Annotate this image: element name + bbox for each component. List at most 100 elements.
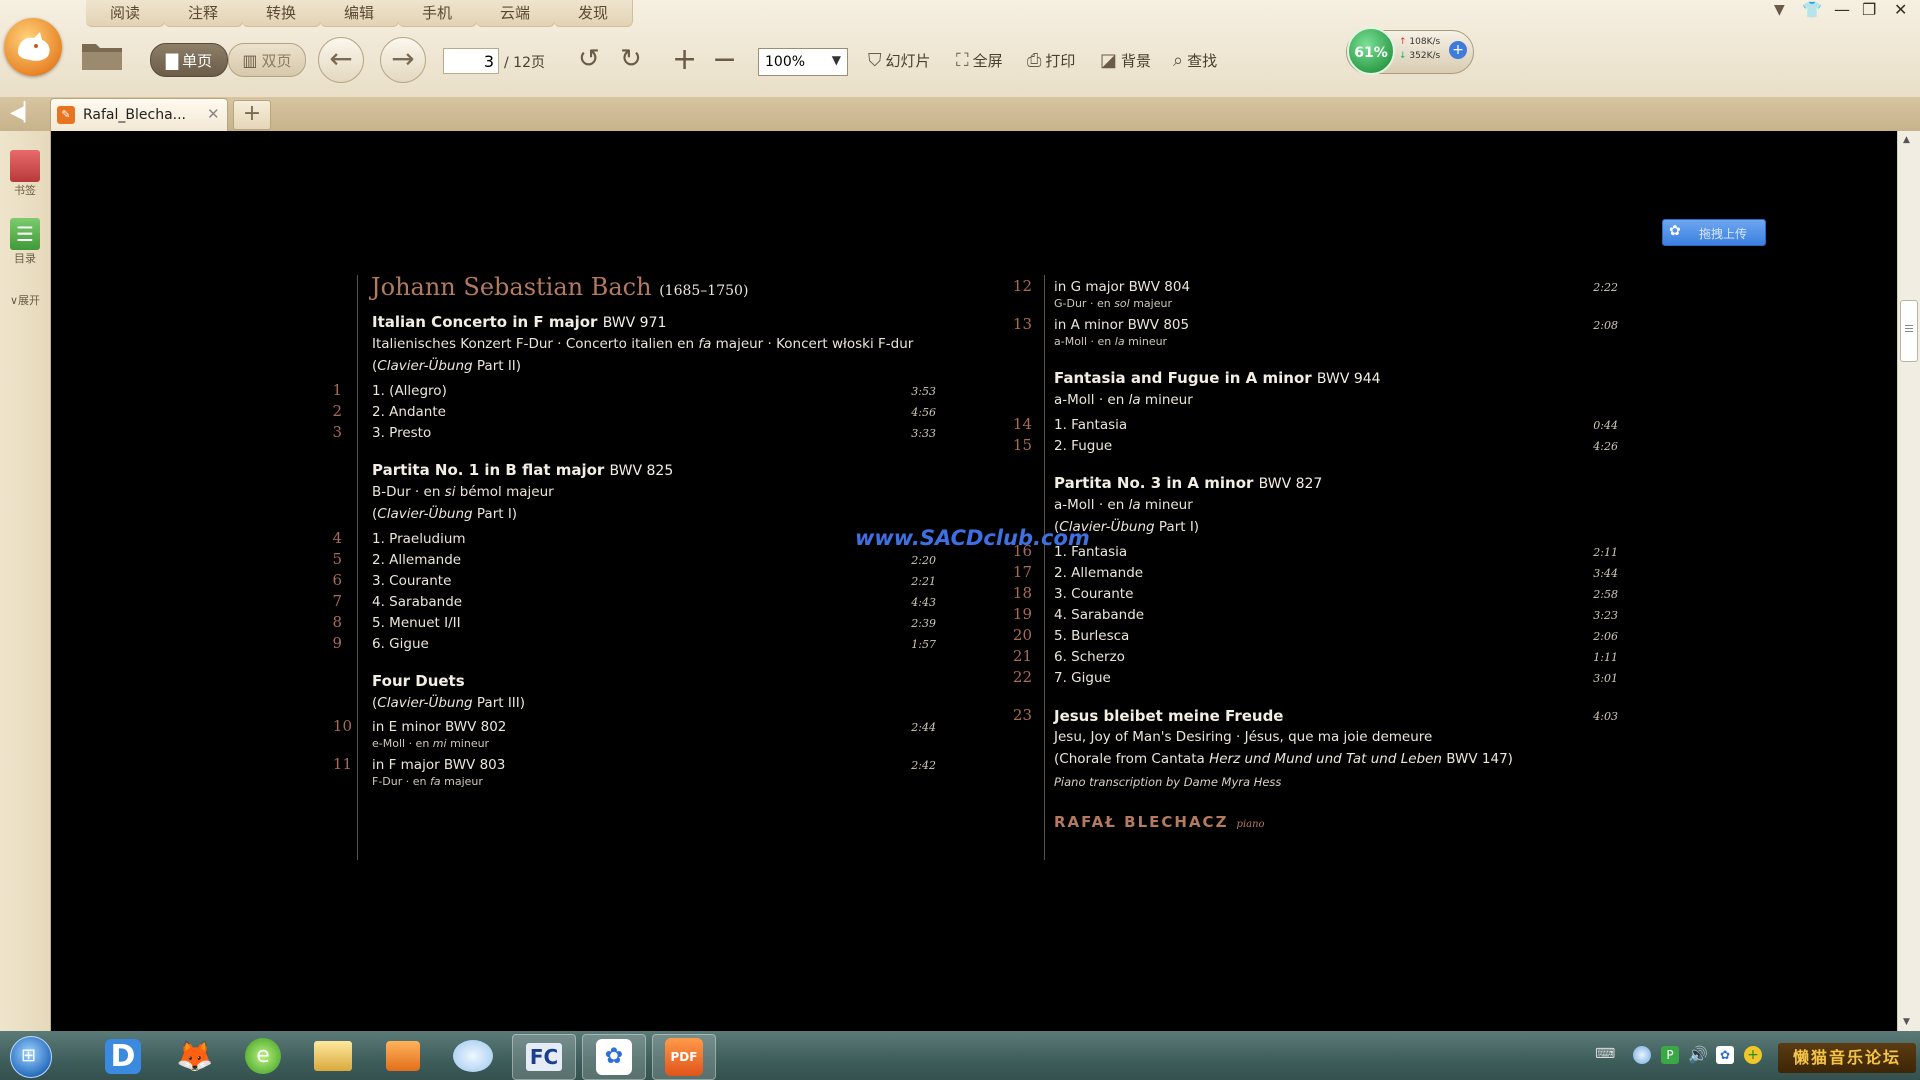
track-time: 2:39 xyxy=(911,617,936,630)
skin-icon[interactable]: 👕 xyxy=(1802,0,1822,19)
sidebar-item-toc[interactable]: ☰ 目录 xyxy=(4,218,46,266)
single-page-button[interactable]: ▇ 单页 xyxy=(150,43,228,77)
taskbar-app-browser[interactable]: e xyxy=(232,1034,294,1078)
work-source-jesus: (Chorale from Cantata Herz und Mund und … xyxy=(1054,751,1513,767)
taskbar-app-player[interactable]: D xyxy=(92,1034,154,1078)
menu-mobile[interactable]: 手机 xyxy=(398,0,478,27)
sidebar-expand[interactable]: ∨展开 xyxy=(4,292,46,308)
cpu-usage: 61% xyxy=(1347,27,1395,75)
track-number: 22 xyxy=(1012,668,1032,686)
close-tab-icon[interactable]: ✕ xyxy=(207,105,220,123)
cat-logo-icon xyxy=(18,32,50,61)
document-tab[interactable]: ✎ Rafal_Blecha... ✕ xyxy=(50,98,228,132)
taskbar-app-fc[interactable]: FC xyxy=(512,1034,576,1080)
track-number: 5 xyxy=(332,550,342,568)
open-file-button[interactable] xyxy=(80,38,124,72)
tray-baidu-icon[interactable]: ✿ xyxy=(1716,1046,1734,1064)
track-number: 18 xyxy=(1012,584,1032,602)
speed-plus-icon[interactable]: + xyxy=(1449,41,1467,59)
track-number: 11 xyxy=(332,755,352,773)
taskbar-app-fox[interactable]: 🦊 xyxy=(164,1034,226,1078)
column-divider-left xyxy=(357,275,358,860)
app-logo[interactable] xyxy=(4,18,62,76)
upload-label: 拖拽上传 xyxy=(1699,227,1748,241)
total-pages: / 12页 xyxy=(504,55,545,71)
background-icon: ◪ xyxy=(1100,50,1118,71)
track-number: 15 xyxy=(1012,436,1032,454)
zoom-out-icon[interactable]: − xyxy=(712,42,737,77)
single-page-label: 单页 xyxy=(182,51,213,70)
next-page-button[interactable]: → xyxy=(380,37,426,83)
fullscreen-icon: ⛶ xyxy=(956,50,969,71)
print-button[interactable]: ⎙ 打印 xyxy=(1027,50,1075,71)
find-button[interactable]: ⌕ 查找 xyxy=(1173,50,1217,71)
track-number: 21 xyxy=(1012,647,1032,665)
restore-icon[interactable]: ❐ xyxy=(1862,0,1876,19)
start-button[interactable]: ⊞ xyxy=(10,1036,52,1078)
keyboard-icon[interactable]: ⌨ xyxy=(1595,1046,1615,1062)
track-number: 2 xyxy=(332,402,342,420)
track-title: 6. Gigue xyxy=(372,636,429,652)
tray-cloud-icon[interactable] xyxy=(1633,1046,1651,1064)
track-time: 4:03 xyxy=(1593,710,1618,723)
close-window-icon[interactable]: ✕ xyxy=(1894,0,1907,19)
track-number: 8 xyxy=(332,613,342,631)
work-title-fantasia-fugue: Fantasia and Fugue in A minor BWV 944 xyxy=(1054,369,1381,387)
performer-name: RAFAŁ BLECHACZ xyxy=(1054,813,1229,831)
taskbar-app-cloud[interactable] xyxy=(442,1034,504,1078)
track-title: in E minor BWV 802 xyxy=(372,719,507,735)
menu-edit[interactable]: 编辑 xyxy=(320,0,400,27)
slideshow-icon: ⛉ xyxy=(868,50,882,71)
track-time: 2:42 xyxy=(911,759,936,772)
zoom-select[interactable]: 100% ▼ xyxy=(758,48,848,76)
menu-read[interactable]: 阅读 xyxy=(86,0,166,27)
plus-icon: + xyxy=(242,101,262,126)
fc-icon: FC xyxy=(525,1043,563,1071)
prev-page-button[interactable]: ← xyxy=(318,37,364,83)
menu-convert[interactable]: 转换 xyxy=(242,0,322,27)
volume-icon[interactable]: 🔊 xyxy=(1688,1045,1708,1064)
page-number-input[interactable] xyxy=(443,48,499,74)
slideshow-button[interactable]: ⛉ 幻灯片 xyxy=(868,50,931,71)
fullscreen-button[interactable]: ⛶ 全屏 xyxy=(956,50,1003,71)
zoom-in-icon[interactable]: + xyxy=(672,42,697,77)
arrow-up-icon: ↑ xyxy=(1399,37,1407,47)
background-button[interactable]: ◪ 背景 xyxy=(1100,50,1151,71)
work-title-italian-concerto: Italian Concerto in F major BWV 971 xyxy=(372,313,667,331)
track-number: 19 xyxy=(1012,605,1032,623)
taskbar-app-explorer[interactable] xyxy=(302,1034,364,1078)
track-title: 1. Fantasia xyxy=(1054,417,1128,433)
menu-cloud[interactable]: 云端 xyxy=(476,0,556,27)
performer-credit: RAFAŁ BLECHACZ piano xyxy=(1054,812,1265,831)
dropdown-icon[interactable]: ▼ xyxy=(1774,2,1785,18)
double-page-icon: ▥ xyxy=(242,50,258,70)
track-time: 2:08 xyxy=(1593,319,1618,332)
tray-security-icon[interactable]: + xyxy=(1744,1046,1762,1064)
rotate-left-icon[interactable]: ↺ xyxy=(578,44,600,74)
folder-icon xyxy=(82,44,122,70)
double-page-button[interactable]: ▥ 双页 xyxy=(228,43,306,77)
track-time: 4:26 xyxy=(1593,440,1618,453)
new-tab-button[interactable]: + xyxy=(233,100,271,130)
scroll-up-icon[interactable]: ▲ xyxy=(1903,135,1910,145)
vertical-scrollbar[interactable]: ▲ ▼ xyxy=(1897,131,1920,1031)
browser-icon: e xyxy=(245,1038,281,1074)
tray-app-icon[interactable]: P xyxy=(1661,1046,1679,1064)
network-status-widget[interactable]: 61% ↑ 108K/s ↓ 352K/s + xyxy=(1346,27,1474,75)
taskbar-app-baidu[interactable]: ✿ xyxy=(582,1034,646,1080)
minimize-icon[interactable]: — xyxy=(1834,0,1850,19)
sidebar-item-bookmarks[interactable]: 书签 xyxy=(4,150,46,198)
taskbar-app-pdf-reader[interactable]: PDF xyxy=(652,1034,716,1080)
scrollbar-thumb[interactable] xyxy=(1900,300,1918,362)
upload-button[interactable]: ✿ 拖拽上传 xyxy=(1662,219,1766,246)
taskbar-app-media[interactable] xyxy=(372,1034,434,1078)
scroll-down-icon[interactable]: ▼ xyxy=(1903,1017,1910,1027)
rotate-right-icon[interactable]: ↻ xyxy=(620,44,642,74)
cloud-upload-icon: ✿ xyxy=(1669,223,1681,239)
menu-discover[interactable]: 发现 xyxy=(554,0,634,27)
track-time: 2:22 xyxy=(1593,281,1618,294)
menu-annotate[interactable]: 注释 xyxy=(164,0,244,27)
collapse-sidebar-icon[interactable]: ◀▏ xyxy=(10,102,38,123)
printer-icon: ⎙ xyxy=(1027,50,1042,71)
track-time: 2:58 xyxy=(1593,588,1618,601)
